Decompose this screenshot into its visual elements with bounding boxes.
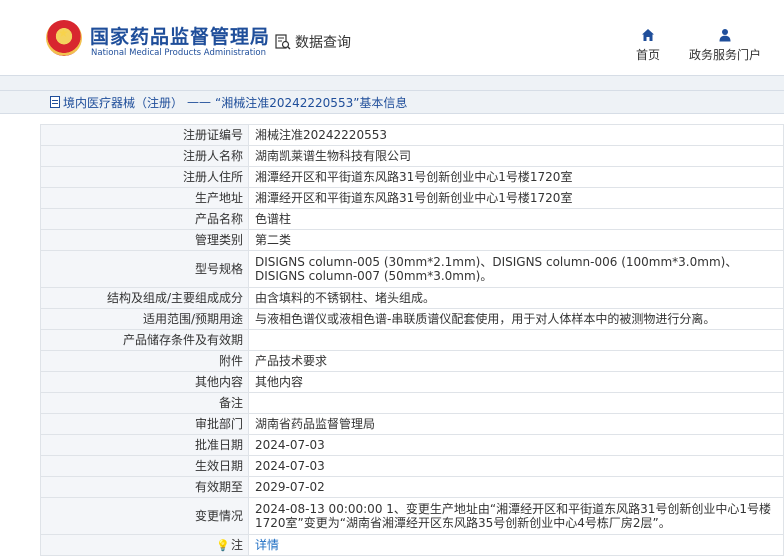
field-value	[248, 329, 784, 351]
field-label: 审批部门	[40, 413, 249, 435]
field-value: 2024-08-13 00:00:00 1、变更生产地址由“湘潭经开区和平街道东…	[248, 497, 784, 535]
table-row: 产品储存条件及有效期	[40, 329, 784, 351]
field-label: 产品储存条件及有效期	[40, 329, 249, 351]
field-value	[248, 392, 784, 414]
field-value: 2029-07-02	[248, 476, 784, 498]
field-label: 生效日期	[40, 455, 249, 477]
table-row: 生产地址 湘潭经开区和平街道东风路31号创新创业中心1号楼1720室	[40, 187, 784, 209]
table-row: 型号规格 DISIGNS column-005 (30mm*2.1mm)、DISI…	[40, 250, 784, 288]
field-label: 生产地址	[40, 187, 249, 209]
nav-home[interactable]: 首页	[636, 28, 660, 63]
table-row: 管理类别 第二类	[40, 229, 784, 251]
table-row: 注册证编号 湘械注准20242220553	[40, 124, 784, 146]
home-icon	[642, 29, 654, 41]
table-row: 注册人住所 湘潭经开区和平街道东风路31号创新创业中心1号楼1720室	[40, 166, 784, 188]
field-label: 结构及组成/主要组成成分	[40, 287, 249, 309]
lightbulb-icon: 💡	[216, 538, 230, 552]
field-label: 产品名称	[40, 208, 249, 230]
field-value: 色谱柱	[248, 208, 784, 230]
field-label: 有效期至	[40, 476, 249, 498]
field-label: 注册人住所	[40, 166, 249, 188]
brand-name-en: National Medical Products Administration	[91, 48, 266, 58]
field-value: DISIGNS column-005 (30mm*2.1mm)、DISIGNS …	[248, 250, 784, 288]
field-value: 与液相色谱仪或液相色谱-串联质谱仪配套使用，用于对人体样本中的被测物进行分离。	[248, 308, 784, 330]
header-gap	[0, 76, 784, 90]
note-label: 注	[230, 537, 243, 552]
field-value: 湖南凯莱谱生物科技有限公司	[248, 145, 784, 167]
breadcrumb-category[interactable]: 境内医疗器械（注册）	[63, 94, 183, 111]
nav-home-label: 首页	[636, 48, 661, 62]
field-label: 批准日期	[40, 434, 249, 456]
field-label: 注册证编号	[40, 124, 249, 146]
table-row: 生效日期 2024-07-03	[40, 455, 784, 477]
table-row: 变更情况 2024-08-13 00:00:00 1、变更生产地址由“湘潭经开区和…	[40, 497, 784, 535]
field-value: 其他内容	[248, 371, 784, 393]
document-icon	[50, 96, 60, 108]
field-label: 备注	[40, 392, 249, 414]
table-row: 注册人名称 湖南凯莱谱生物科技有限公司	[40, 145, 784, 167]
table-row: 结构及组成/主要组成成分 由含填料的不锈钢柱、堵头组成。	[40, 287, 784, 309]
field-label: 变更情况	[40, 497, 249, 535]
breadcrumb: 境内医疗器械（注册） —— “湘械注准20242220553”基本信息	[0, 90, 784, 114]
nav-service-portal[interactable]: 政务服务门户	[689, 28, 761, 63]
nav-service-portal-label: 政务服务门户	[689, 48, 762, 62]
details-link[interactable]: 详情	[255, 538, 279, 552]
user-icon	[719, 29, 731, 42]
table-row: 有效期至 2029-07-02	[40, 476, 784, 498]
field-label: 其他内容	[40, 371, 249, 393]
table-row: 适用范围/预期用途 与液相色谱仪或液相色谱-串联质谱仪配套使用，用于对人体样本中的…	[40, 308, 784, 330]
table-row: 其他内容 其他内容	[40, 371, 784, 393]
national-emblem-logo: ★	[46, 20, 82, 56]
field-label: 注册人名称	[40, 145, 249, 167]
field-value: 第二类	[248, 229, 784, 251]
note-value-cell: 详情	[248, 534, 784, 556]
field-label: 适用范围/预期用途	[40, 308, 249, 330]
field-value: 产品技术要求	[248, 350, 784, 372]
field-value: 由含填料的不锈钢柱、堵头组成。	[248, 287, 784, 309]
table-row: 批准日期 2024-07-03	[40, 434, 784, 456]
detail-table: 注册证编号 湘械注准20242220553 注册人名称 湖南凯莱谱生物科技有限公司 …	[40, 124, 784, 556]
data-query-link[interactable]: 数据查询	[275, 32, 351, 52]
table-row: 💡注 详情	[40, 534, 784, 556]
table-row: 附件 产品技术要求	[40, 350, 784, 372]
field-label: 管理类别	[40, 229, 249, 251]
site-header: ★ 国家药品监督管理局 National Medical Products Ad…	[0, 0, 784, 76]
field-value: 2024-07-03	[248, 434, 784, 456]
table-row: 备注	[40, 392, 784, 414]
table-row: 产品名称 色谱柱	[40, 208, 784, 230]
breadcrumb-separator: ——	[187, 95, 212, 109]
field-value: 湘械注准20242220553	[248, 124, 784, 146]
field-value: 湖南省药品监督管理局	[248, 413, 784, 435]
page-title: “湘械注准20242220553”基本信息	[215, 95, 408, 110]
data-search-icon	[275, 34, 291, 50]
field-value: 2024-07-03	[248, 455, 784, 477]
brand-name-cn: 国家药品监督管理局	[90, 26, 271, 48]
table-row: 审批部门 湖南省药品监督管理局	[40, 413, 784, 435]
data-query-label: 数据查询	[295, 35, 351, 51]
field-value: 湘潭经开区和平街道东风路31号创新创业中心1号楼1720室	[248, 166, 784, 188]
note-label-cell: 💡注	[40, 534, 249, 556]
field-value: 湘潭经开区和平街道东风路31号创新创业中心1号楼1720室	[248, 187, 784, 209]
field-label: 型号规格	[40, 250, 249, 288]
field-label: 附件	[40, 350, 249, 372]
